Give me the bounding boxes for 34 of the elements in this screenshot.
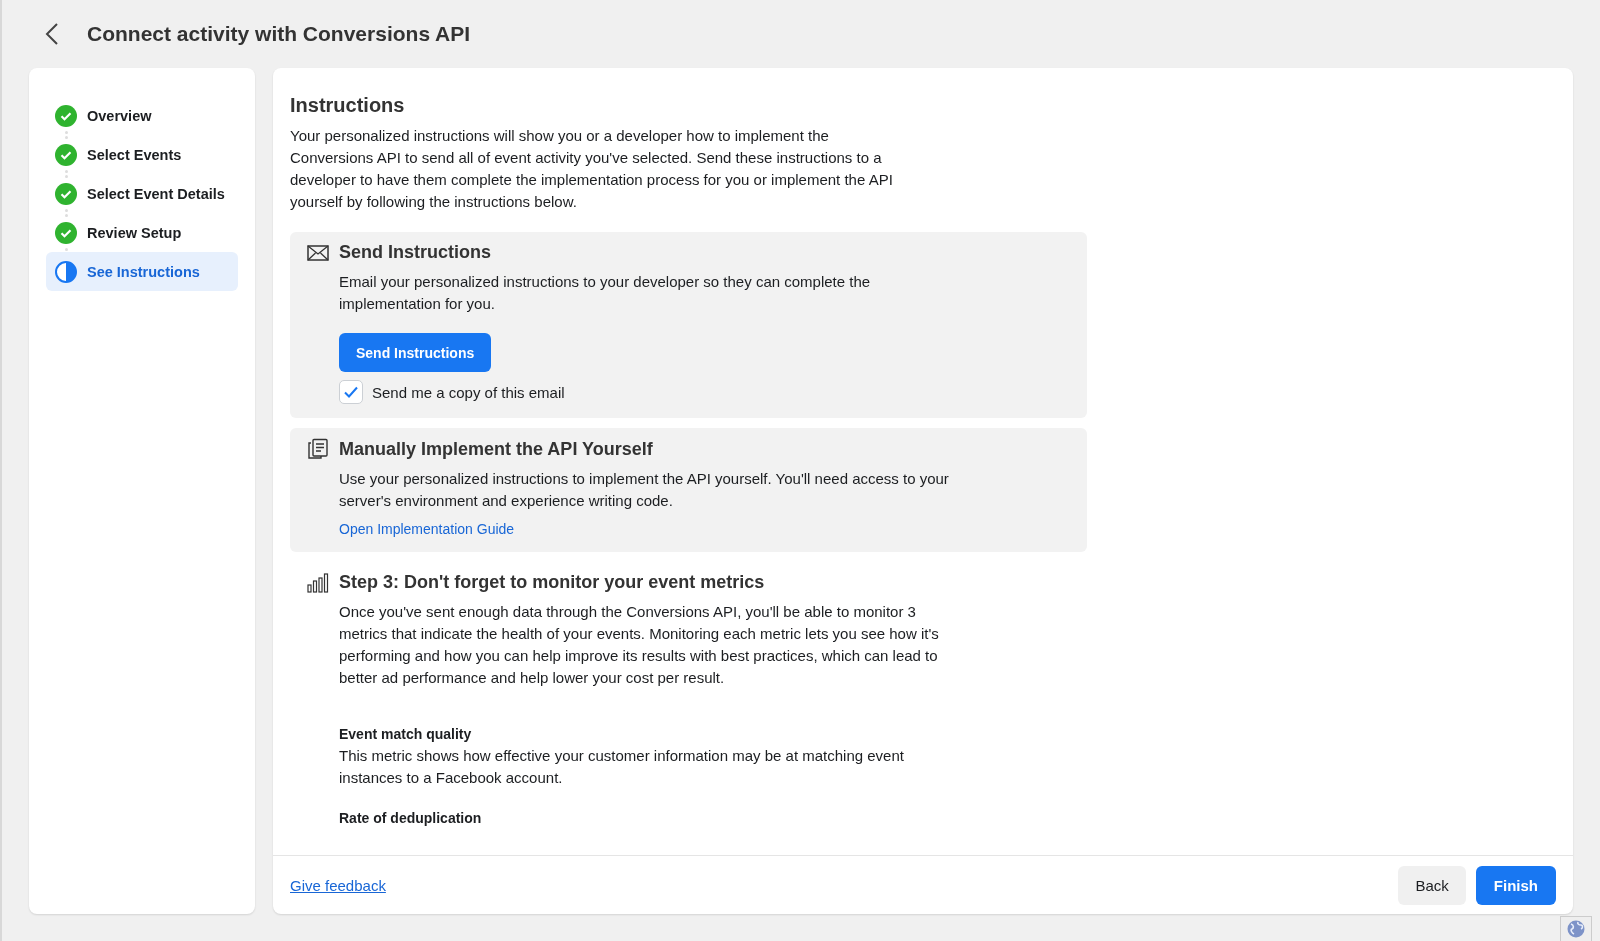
check-circle-icon bbox=[55, 182, 77, 205]
metric-name: Rate of deduplication bbox=[339, 809, 483, 828]
section-text: Once you've sent enough data through the Conversions API, you'll be able to monitor 3 metrics that indicate the health of your events. Monitoring each metric lets you see how it's performing and how you can help improve its results with best practices, which can lead to better ad performance and help lower your cost per result. bbox=[339, 602, 940, 688]
feedback-link[interactable]: Give feedback bbox=[290, 876, 386, 894]
step-item[interactable]: Overview bbox=[46, 96, 238, 135]
intro-text: Your personalized instructions will show you or a developer how to implement the Conversions API to send all of event activity you've selected. Send these instructions to a developer to have them complete the implementation process for you or implement the API yourself by following the instructions below. bbox=[290, 126, 894, 212]
checkbox-label: Send me a copy of this email bbox=[372, 383, 565, 401]
page-title: Connect activity with Conversions API bbox=[87, 22, 471, 46]
step-item[interactable]: Review Setup bbox=[46, 213, 238, 252]
implementation-guide-link[interactable]: Open Implementation Guide bbox=[339, 521, 515, 537]
section-text: Email your personalized instructions to your developer so they can complete the implementation for you. bbox=[339, 272, 872, 314]
metric-name: Event match quality bbox=[339, 725, 473, 744]
document-icon bbox=[307, 438, 329, 460]
bar-chart-icon bbox=[307, 572, 329, 593]
check-circle-icon bbox=[55, 104, 77, 127]
section-heading: Step 3: Don't forget to monitor your event metrics bbox=[339, 572, 765, 593]
finish-button[interactable]: Finish bbox=[1475, 865, 1556, 905]
step-item[interactable]: Select Event Details bbox=[46, 174, 238, 213]
checkmark-icon bbox=[343, 385, 359, 399]
step-item[interactable]: Select Events bbox=[46, 135, 238, 174]
globe-icon[interactable] bbox=[1567, 920, 1585, 938]
section-title: Instructions bbox=[290, 94, 406, 117]
back-button[interactable]: Back bbox=[1398, 865, 1466, 905]
check-circle-icon bbox=[55, 143, 77, 166]
section-heading: Manually Implement the API Yourself bbox=[339, 438, 653, 460]
half-circle-icon bbox=[55, 260, 77, 283]
check-circle-icon bbox=[55, 221, 77, 244]
section-heading: Send Instructions bbox=[339, 242, 491, 263]
step-item[interactable]: See Instructions bbox=[46, 252, 238, 291]
metric-description: This metric shows how effective your customer information may be at matching event instances to a Facebook account. bbox=[339, 746, 905, 788]
section-text: Use your personalized instructions to implement the API yourself. You'll need access to your server's environment and experience writing code. bbox=[339, 469, 950, 511]
checkbox[interactable] bbox=[339, 380, 363, 404]
envelope-icon bbox=[307, 244, 329, 261]
send-instructions-button[interactable]: Send Instructions bbox=[339, 333, 492, 372]
